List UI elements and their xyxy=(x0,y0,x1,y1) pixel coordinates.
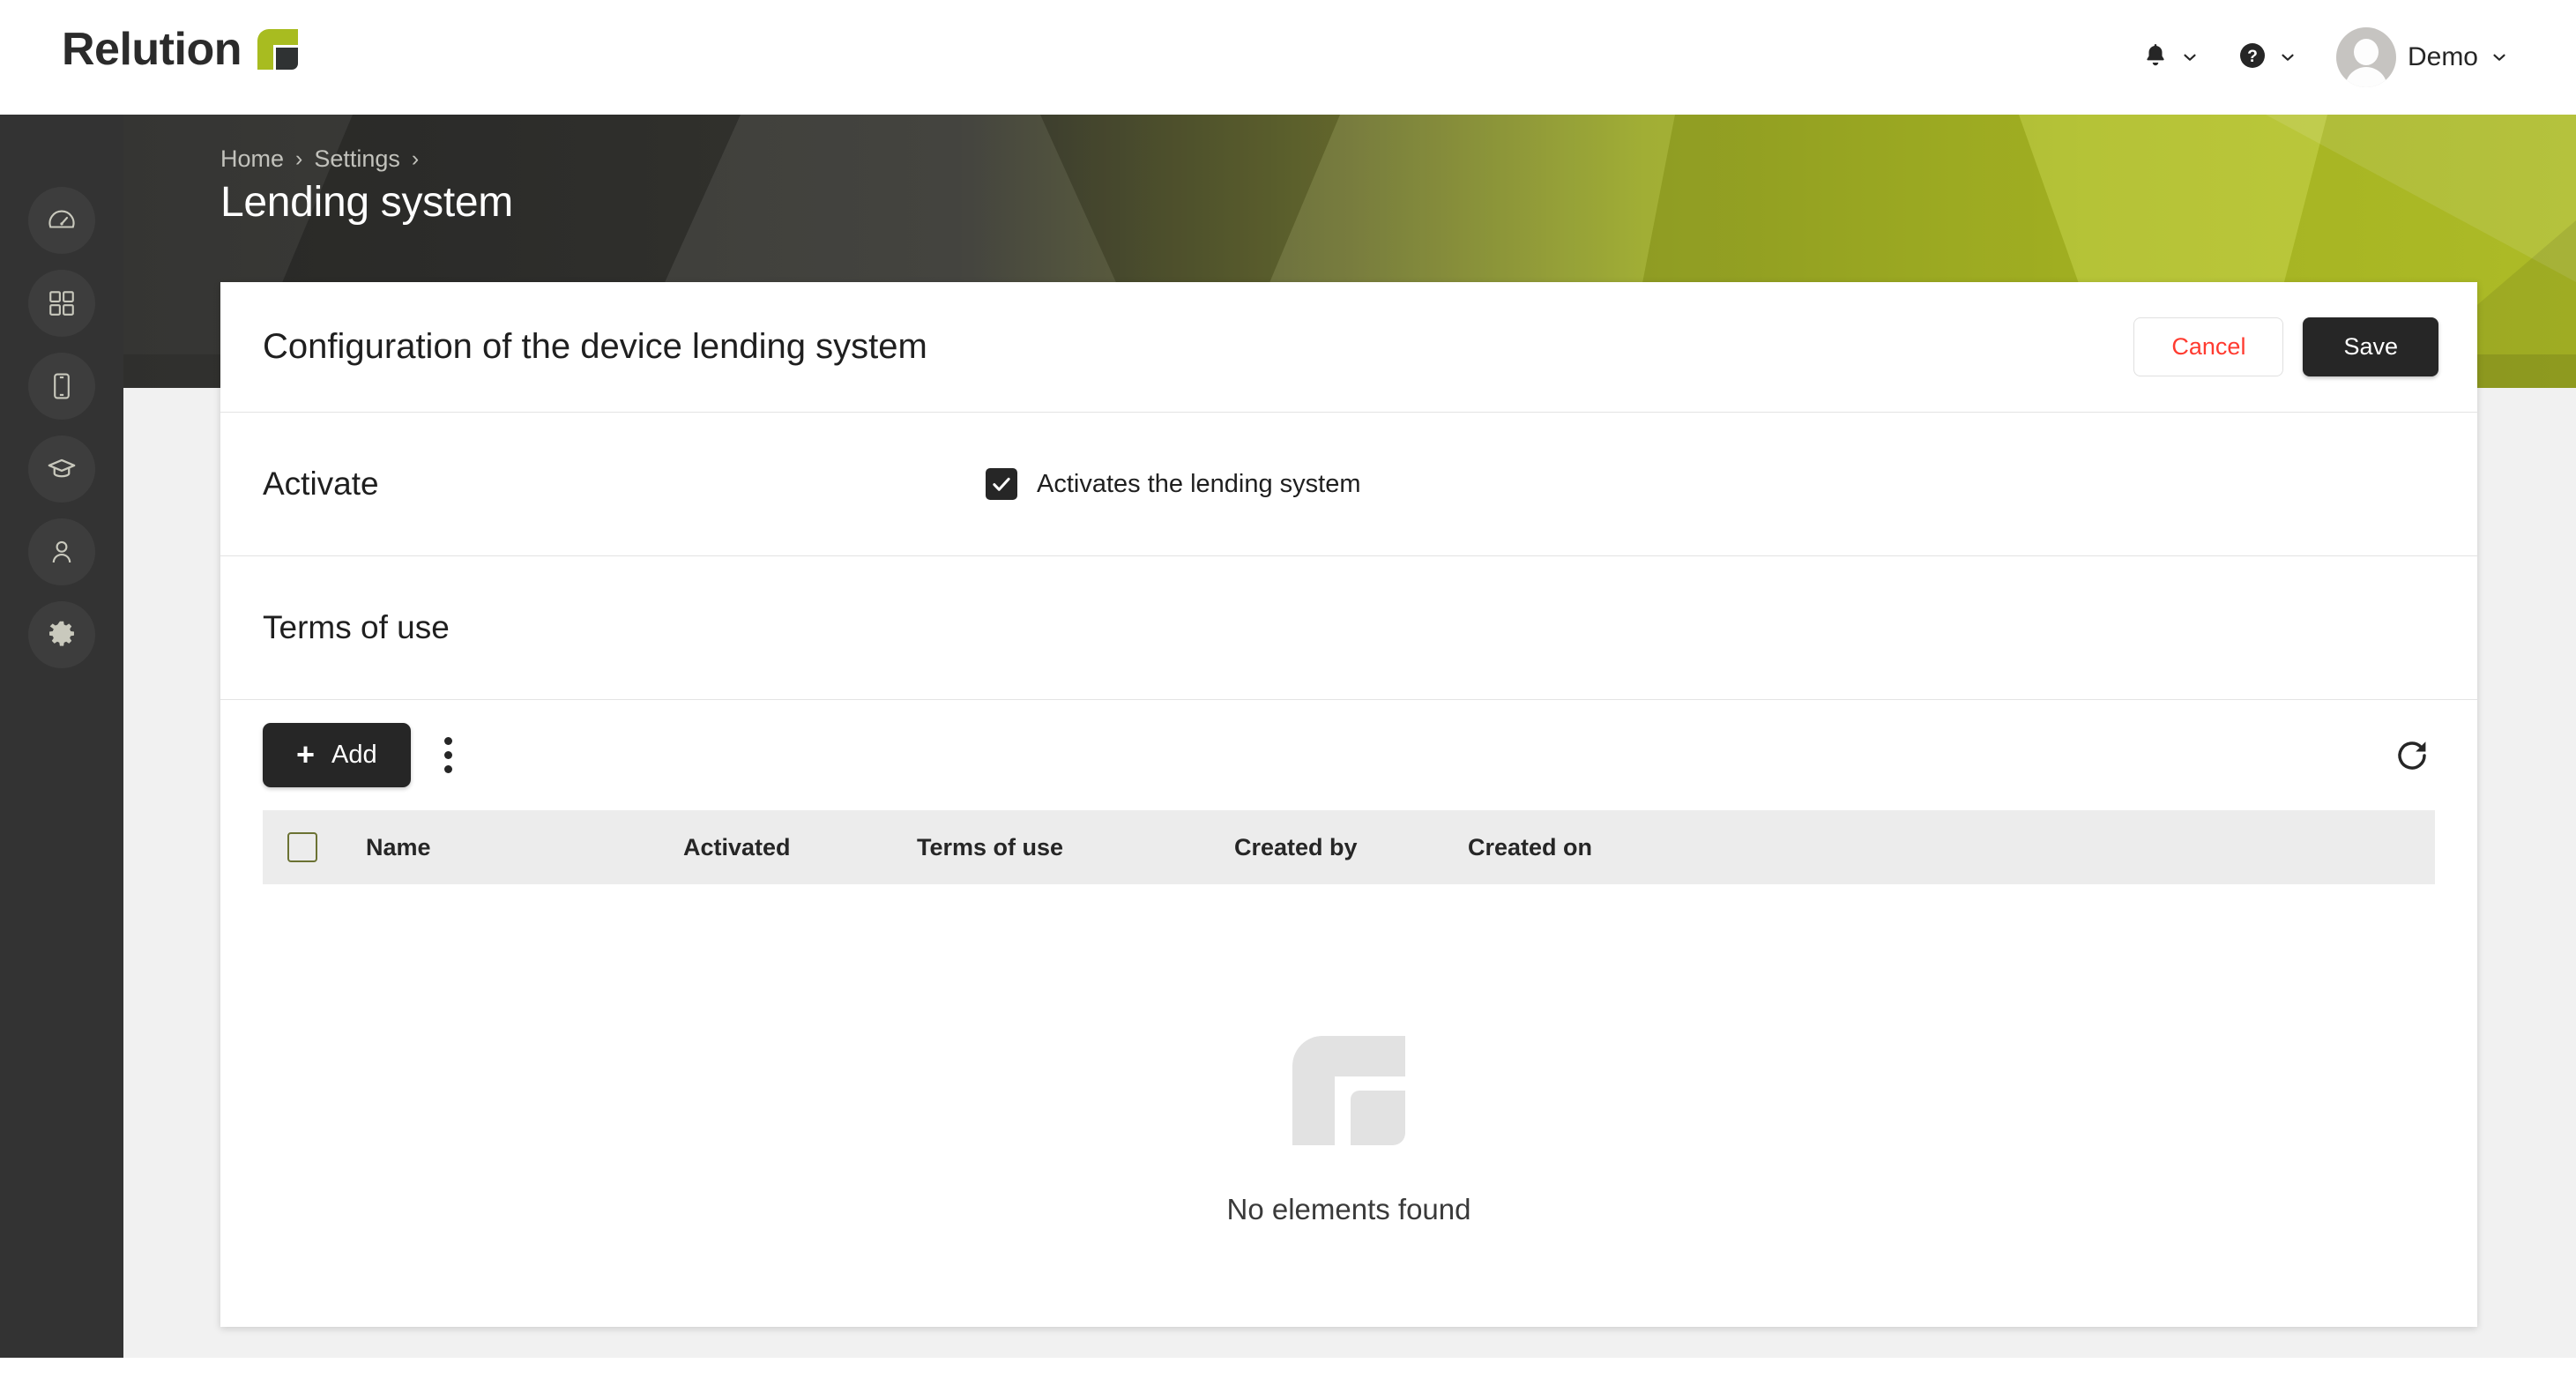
table-header-row: Name Activated Terms of use Created by C… xyxy=(263,810,2435,884)
relution-mark-icon xyxy=(1292,1036,1405,1145)
terms-section-label: Terms of use xyxy=(263,609,450,645)
svg-text:?: ? xyxy=(2247,48,2258,66)
user-name: Demo xyxy=(2407,42,2478,71)
activate-checkbox[interactable] xyxy=(986,468,1017,500)
grid-icon xyxy=(47,288,77,318)
page-header: Home › Settings › Lending system xyxy=(220,145,513,227)
graduation-cap-icon xyxy=(46,453,78,485)
table-toolbar: + Add xyxy=(220,700,2477,810)
select-all-checkbox[interactable] xyxy=(287,832,317,862)
sidebar xyxy=(0,115,123,1358)
activate-section: Activate Activates the lending system xyxy=(220,413,2477,556)
card-actions: Cancel Save xyxy=(2133,317,2438,376)
breadcrumb: Home › Settings › xyxy=(220,145,513,173)
card-header: Configuration of the device lending syst… xyxy=(220,282,2477,413)
breadcrumb-separator: › xyxy=(411,146,420,171)
question-circle-icon: ? xyxy=(2238,41,2267,74)
user-icon xyxy=(47,537,77,567)
notifications-menu[interactable] xyxy=(2123,0,2219,115)
refresh-icon[interactable] xyxy=(2386,729,2438,782)
plus-icon: + xyxy=(296,736,316,773)
gauge-icon xyxy=(46,205,78,236)
add-button-label: Add xyxy=(331,741,377,769)
check-icon xyxy=(993,477,1010,491)
activate-checkbox-row[interactable]: Activates the lending system xyxy=(986,468,1361,500)
sidebar-item-settings[interactable] xyxy=(28,601,95,668)
empty-state: No elements found xyxy=(220,884,2477,1378)
sidebar-item-dashboard[interactable] xyxy=(28,187,95,254)
help-menu[interactable]: ? xyxy=(2219,0,2317,115)
column-header-created-on[interactable]: Created on xyxy=(1468,834,1732,861)
column-header-terms-of-use[interactable]: Terms of use xyxy=(917,834,1234,861)
column-header-name[interactable]: Name xyxy=(366,834,683,861)
avatar xyxy=(2335,27,2396,87)
mobile-icon xyxy=(47,371,77,401)
user-menu[interactable]: Demo xyxy=(2317,0,2528,115)
add-button[interactable]: + Add xyxy=(263,723,411,787)
logo-text: Relution xyxy=(62,24,242,75)
breadcrumb-item-settings[interactable]: Settings xyxy=(314,145,400,173)
sidebar-item-education[interactable] xyxy=(28,436,95,503)
chevron-down-icon xyxy=(2278,48,2297,67)
cancel-button[interactable]: Cancel xyxy=(2133,317,2284,376)
kebab-menu-icon[interactable] xyxy=(421,728,476,783)
terms-section: Terms of use xyxy=(220,556,2477,700)
sidebar-item-users[interactable] xyxy=(28,518,95,585)
gear-icon xyxy=(46,619,78,651)
breadcrumb-item-home[interactable]: Home xyxy=(220,145,284,173)
bell-icon xyxy=(2142,41,2169,74)
activate-section-label: Activate xyxy=(263,466,379,502)
chevron-down-icon xyxy=(2180,48,2200,67)
empty-state-message: No elements found xyxy=(1226,1193,1471,1225)
column-header-created-by[interactable]: Created by xyxy=(1234,834,1468,861)
sidebar-item-devices[interactable] xyxy=(28,353,95,420)
column-header-activated[interactable]: Activated xyxy=(683,834,917,861)
app-logo[interactable]: Relution xyxy=(62,26,298,72)
page-title: Lending system xyxy=(220,179,513,226)
save-button[interactable]: Save xyxy=(2303,317,2438,376)
breadcrumb-separator: › xyxy=(295,146,303,171)
relution-mark-icon xyxy=(257,29,298,70)
top-bar: Relution ? Demo xyxy=(0,0,2576,115)
card-title: Configuration of the device lending syst… xyxy=(263,327,927,366)
activate-checkbox-label: Activates the lending system xyxy=(1037,469,1361,498)
sidebar-item-apps[interactable] xyxy=(28,270,95,337)
top-bar-actions: ? Demo xyxy=(2123,0,2528,115)
chevron-down-icon xyxy=(2490,48,2509,67)
configuration-card: Configuration of the device lending syst… xyxy=(220,282,2477,1327)
